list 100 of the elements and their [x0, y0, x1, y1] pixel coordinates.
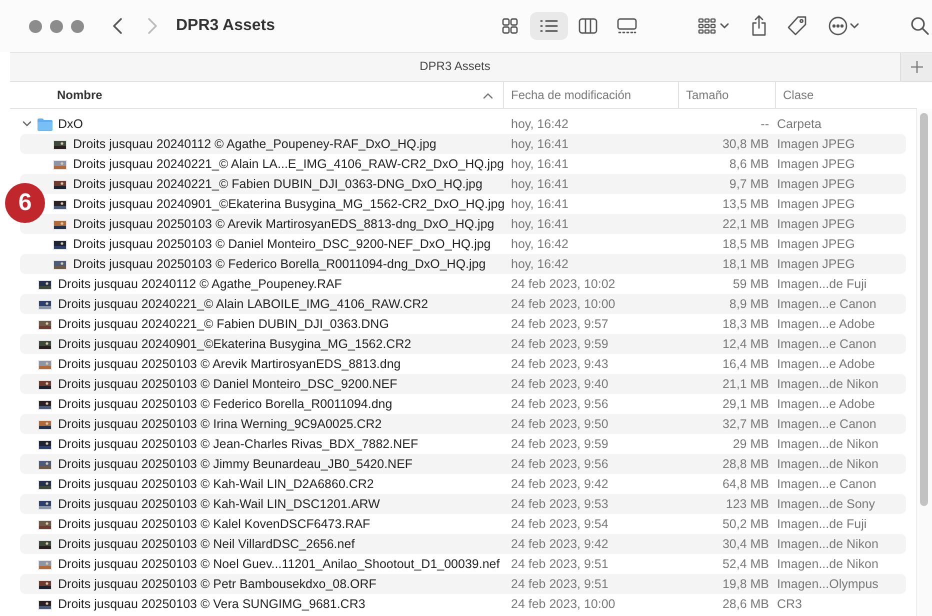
file-name[interactable]: Droits jusquau 20250103 © Kalel KovenDSCF6473.RAF — [58, 517, 370, 531]
column-header[interactable]: Nombre — [10, 82, 503, 108]
modified-date: hoy, 16:41 — [510, 157, 570, 171]
column-header[interactable]: Clase — [775, 82, 917, 108]
file-size: 29 MB — [732, 437, 769, 451]
file-name[interactable]: DxO — [58, 117, 83, 131]
modified-date: hoy, 16:42 — [510, 257, 570, 271]
file-name[interactable]: Droits jusquau 20240901_©Ekaterina Busygina_MG_1562.CR2 — [58, 337, 412, 351]
photo-thumbnail-icon — [37, 378, 53, 390]
file-kind: Imagen JPEG — [776, 237, 855, 251]
file-kind: Imagen...de Nikon — [776, 557, 878, 571]
expand-chevron-icon[interactable] — [22, 119, 32, 129]
file-name[interactable]: Droits jusquau 20240221_© Fabien DUBIN_DJI_0363-DNG_DxO_HQ.jpg — [73, 177, 482, 191]
grid-icon — [501, 17, 519, 35]
file-kind: Imagen JPEG — [776, 257, 855, 271]
modified-date: hoy, 16:41 — [510, 177, 570, 191]
photo-thumbnail-icon — [37, 418, 53, 430]
file-name[interactable]: Droits jusquau 20240221_© Alain LA...E_IMG_4106_RAW-CR2_DxO_HQ.jpg — [73, 157, 504, 171]
file-size: 123 MB — [724, 497, 769, 511]
modified-date: 24 feb 2023, 9:56 — [510, 457, 610, 471]
column-header[interactable]: Tamaño — [678, 82, 775, 108]
file-name[interactable]: Droits jusquau 20250103 © Daniel Monteiro_DSC_9200-NEF_DxO_HQ.jpg — [73, 237, 491, 251]
file-name[interactable]: Droits jusquau 20250103 © Federico Borella_R0011094.dng — [58, 397, 392, 411]
file-name[interactable]: Droits jusquau 20250103 © Kah-Wail LIN_DSC1201.ARW — [58, 497, 380, 511]
file-name[interactable]: Droits jusquau 20250103 © Irina Werning_9C9A0025.CR2 — [58, 417, 382, 431]
file-name[interactable]: Droits jusquau 20250103 © Petr Bambousekdxo_08.ORF — [58, 577, 376, 591]
photo-thumbnail-icon — [52, 238, 68, 250]
file-name[interactable]: Droits jusquau 20250103 © Noel Guev...11201_Anilao_Shootout_D1_00039.nef — [58, 557, 500, 571]
file-size: 18,5 MB — [721, 237, 769, 251]
file-name[interactable]: Droits jusquau 20250103 © Jimmy Beunardeau_JB0_5420.NEF — [58, 457, 413, 471]
file-kind: Imagen...e Adobe — [776, 357, 875, 371]
more-button[interactable] — [828, 16, 860, 36]
file-size: 52,4 MB — [721, 557, 769, 571]
file-size: 30,4 MB — [721, 537, 769, 551]
file-size: 13,5 MB — [721, 197, 769, 211]
modified-date: 24 feb 2023, 9:43 — [510, 357, 610, 371]
file-size: 9,7 MB — [728, 177, 769, 191]
close-window-button[interactable] — [29, 20, 42, 32]
photo-thumbnail-icon — [37, 558, 53, 570]
file-size: 28,6 MB — [721, 597, 769, 611]
file-name[interactable]: Droits jusquau 20240112 © Agathe_Poupeney.RAF — [58, 277, 342, 291]
file-size: 64,8 MB — [721, 477, 769, 491]
file-size: 19,8 MB — [721, 577, 769, 591]
photo-thumbnail-icon — [37, 518, 53, 530]
file-kind: Imagen JPEG — [776, 177, 855, 191]
file-kind: Imagen JPEG — [776, 197, 855, 211]
photo-thumbnail-icon — [52, 198, 68, 210]
step-number-badge: 6 — [5, 183, 45, 223]
file-kind: Imagen JPEG — [776, 157, 855, 171]
photo-thumbnail-icon — [37, 538, 53, 550]
file-size: 18,1 MB — [721, 257, 769, 271]
file-kind: Imagen...e Adobe — [776, 317, 875, 331]
modified-date: 24 feb 2023, 9:56 — [510, 397, 610, 411]
modified-date: 24 feb 2023, 9:40 — [510, 377, 610, 391]
modified-date: hoy, 16:41 — [510, 197, 570, 211]
columns-icon — [578, 17, 598, 35]
list-view-button[interactable] — [530, 12, 568, 40]
file-name[interactable]: Droits jusquau 20250103 © Federico Borella_R0011094-dng_DxO_HQ.jpg — [73, 257, 486, 271]
scrollbar-thumb[interactable] — [920, 113, 928, 506]
file-size: -- — [760, 117, 769, 131]
zoom-window-button[interactable] — [71, 20, 84, 32]
file-kind: Imagen...de Fuji — [776, 517, 867, 531]
photo-thumbnail-icon — [37, 278, 53, 290]
file-size: 59 MB — [732, 277, 769, 291]
file-name[interactable]: Droits jusquau 20250103 © Arevik MartirosyanEDS_8813-dng_DxO_HQ.jpg — [73, 217, 494, 231]
column-header[interactable]: Fecha de modificación — [503, 82, 678, 108]
modified-date: 24 feb 2023, 10:00 — [510, 597, 616, 611]
share-button[interactable] — [750, 15, 768, 37]
new-tab-button[interactable] — [900, 53, 932, 81]
modified-date: 24 feb 2023, 9:51 — [510, 557, 610, 571]
tag-button[interactable] — [786, 15, 808, 37]
file-name[interactable]: Droits jusquau 20250103 © Vera SUNGIMG_9681.CR3 — [58, 597, 366, 611]
file-name[interactable]: Droits jusquau 20240221_© Alain LABOILE_IMG_4106_RAW.CR2 — [58, 297, 428, 311]
file-name[interactable]: Droits jusquau 20250103 © Arevik MartirosyanEDS_8813.dng — [58, 357, 401, 371]
group-button[interactable] — [698, 17, 730, 35]
file-name[interactable]: Droits jusquau 20240112 © Agathe_Poupeney-RAF_DxO_HQ.jpg — [73, 137, 436, 151]
window-title: DPR3 Assets — [176, 17, 276, 35]
modified-date: 24 feb 2023, 9:59 — [510, 337, 610, 351]
file-name[interactable]: Droits jusquau 20250103 © Jean-Charles Rivas_BDX_7882.NEF — [58, 437, 418, 451]
file-name[interactable]: Droits jusquau 20240901_©Ekaterina Busygina_MG_1562-CR2_DxO_HQ.jpg — [73, 197, 505, 211]
minimize-window-button[interactable] — [50, 20, 63, 32]
modified-date: hoy, 16:42 — [510, 237, 570, 251]
file-size: 16,4 MB — [721, 357, 769, 371]
search-button[interactable] — [910, 16, 930, 36]
file-kind: Imagen...de Nikon — [776, 537, 878, 551]
file-name[interactable]: Droits jusquau 20240221_© Fabien DUBIN_DJI_0363.DNG — [58, 317, 389, 331]
modified-date: 24 feb 2023, 9:42 — [510, 537, 610, 551]
modified-date: 24 feb 2023, 9:42 — [510, 477, 610, 491]
file-kind: Imagen...de Nikon — [776, 377, 878, 391]
modified-date: 24 feb 2023, 9:51 — [510, 577, 610, 591]
photo-thumbnail-icon — [37, 578, 53, 590]
photo-thumbnail-icon — [37, 398, 53, 410]
file-name[interactable]: Droits jusquau 20250103 © Daniel Monteiro_DSC_9200.NEF — [58, 377, 398, 391]
modified-date: 24 feb 2023, 9:59 — [510, 437, 610, 451]
file-name[interactable]: Droits jusquau 20250103 © Neil VillardDSC_2656.nef — [58, 537, 355, 551]
file-name[interactable]: Droits jusquau 20250103 © Kah-Wail LIN_D2A6860.CR2 — [58, 477, 374, 491]
file-kind: Imagen...de Fuji — [776, 277, 867, 291]
photo-thumbnail-icon — [52, 258, 68, 270]
file-kind: Imagen...e Canon — [776, 417, 876, 431]
modified-date: 24 feb 2023, 9:50 — [510, 417, 610, 431]
